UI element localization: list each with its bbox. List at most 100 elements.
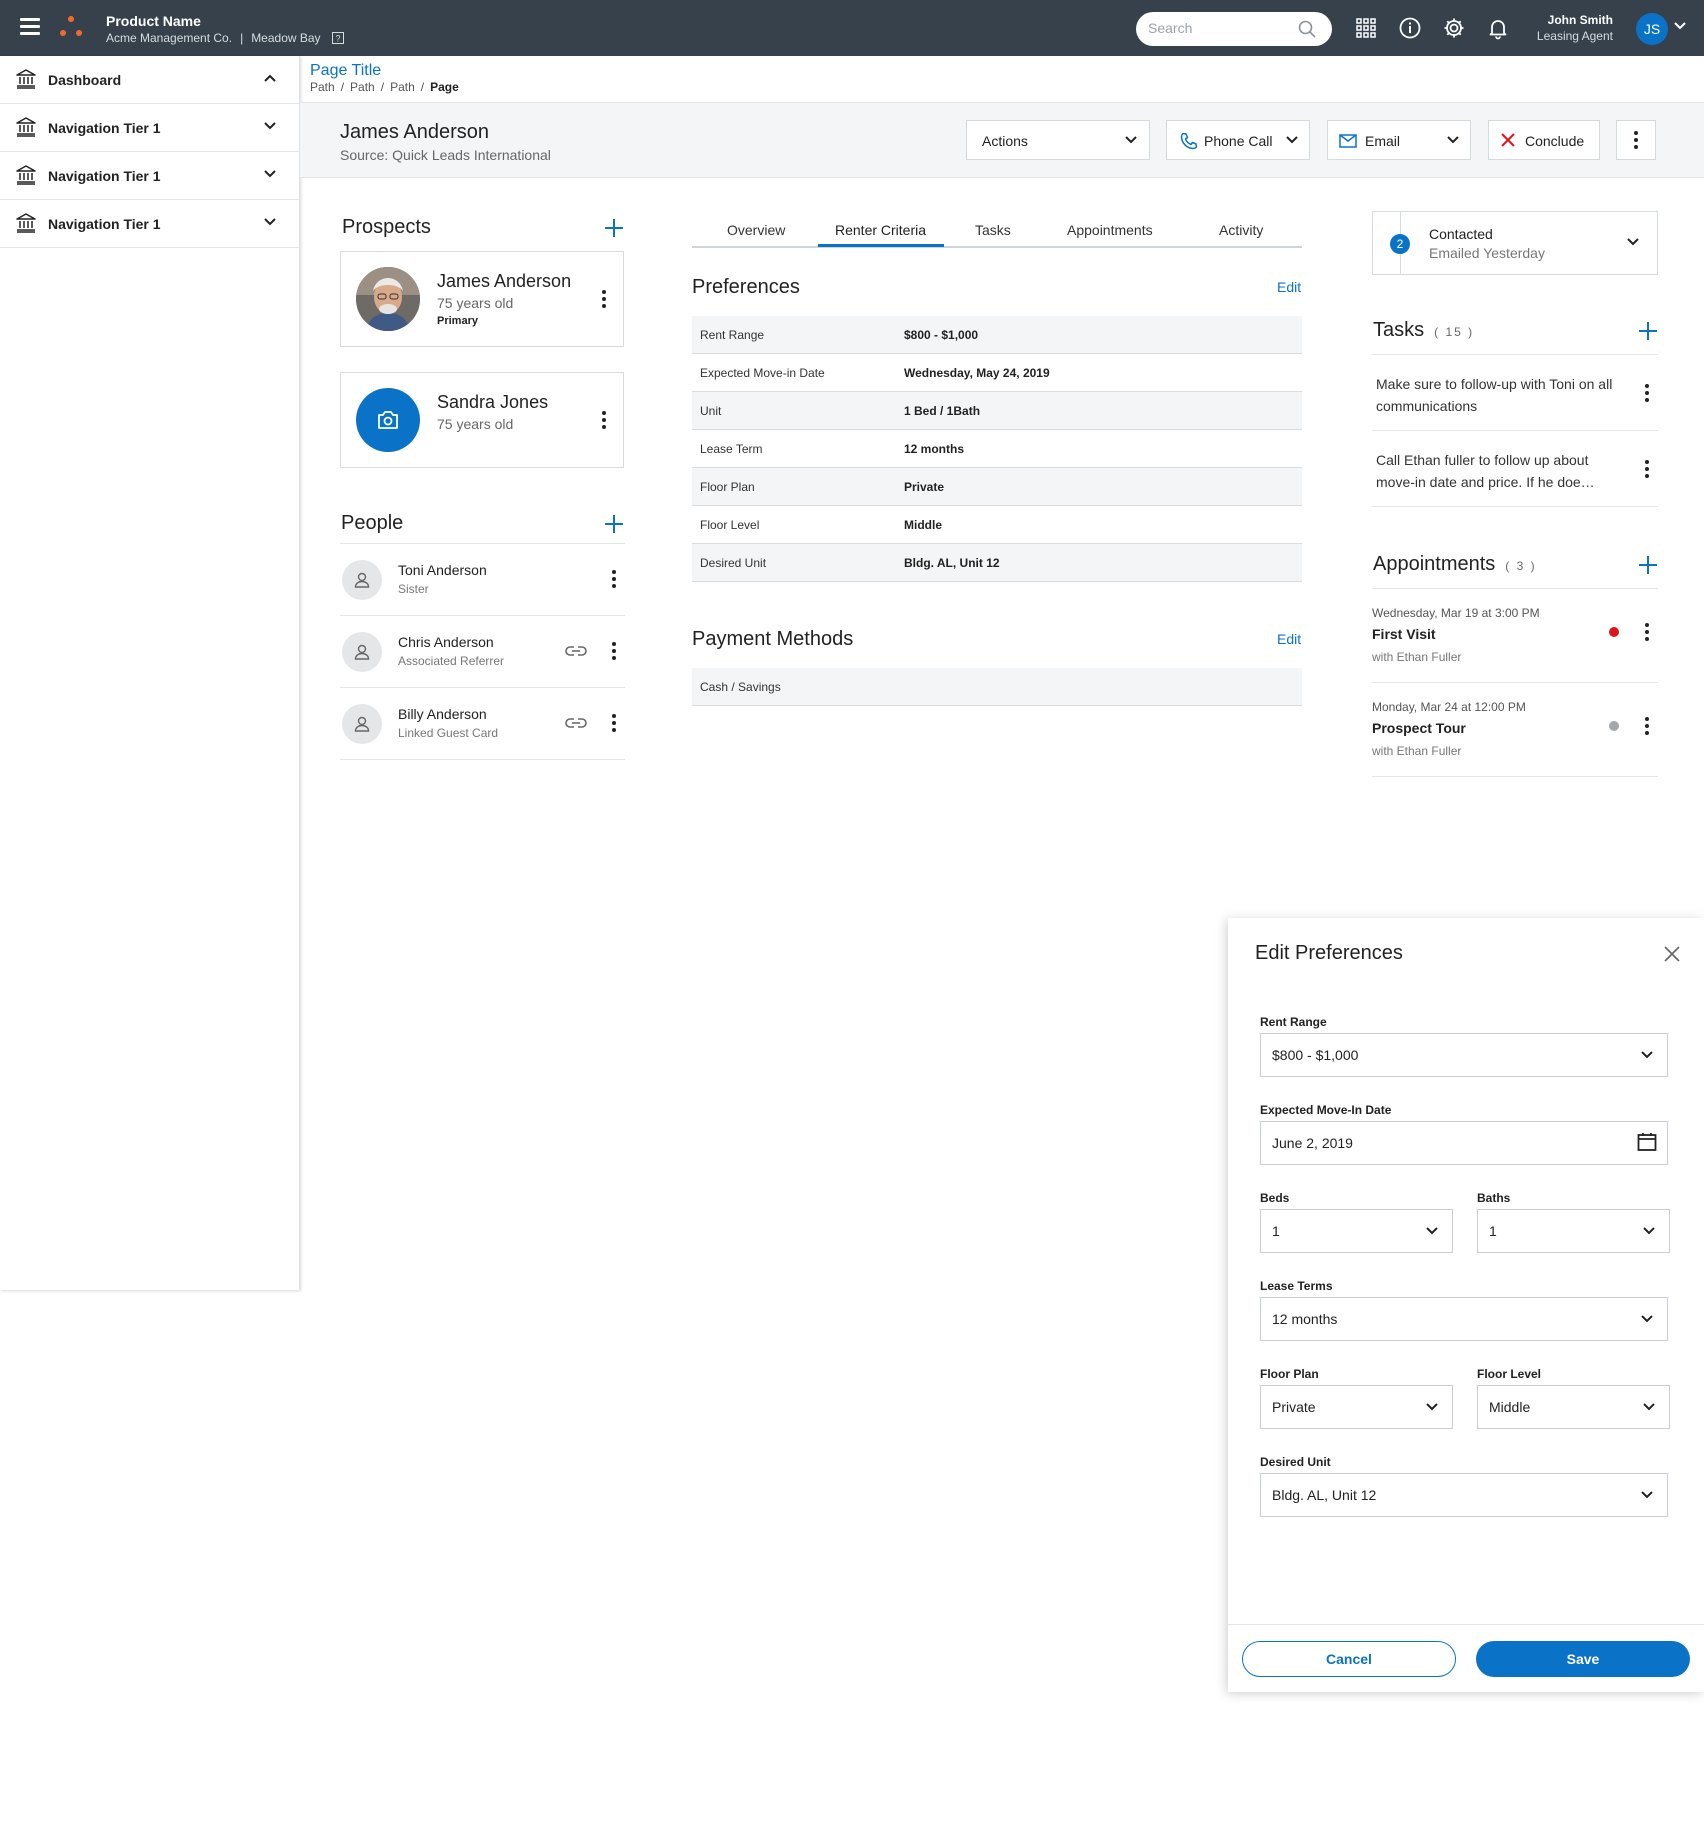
chevron-down-icon[interactable] — [264, 122, 276, 130]
chevron-down-icon — [1641, 1491, 1653, 1499]
edit-payment-link[interactable]: Edit — [1277, 631, 1301, 647]
list-item[interactable]: Toni Anderson Sister — [340, 544, 625, 616]
link-icon[interactable] — [565, 716, 587, 730]
appointment-date: Monday, Mar 24 at 12:00 PM — [1372, 700, 1526, 714]
list-item[interactable]: Billy Anderson Linked Guest Card — [340, 688, 625, 760]
actions-label: Actions — [982, 133, 1028, 149]
more-vertical-icon[interactable] — [599, 411, 609, 431]
add-task-icon[interactable] — [1638, 321, 1658, 341]
add-prospect-icon[interactable] — [604, 218, 624, 238]
chevron-up-icon[interactable] — [264, 74, 276, 82]
avatar[interactable]: JS — [1636, 13, 1668, 45]
sidebar-item-tier1[interactable]: Navigation Tier 1 — [0, 200, 299, 248]
sidebar-item-tier1[interactable]: Navigation Tier 1 — [0, 152, 299, 200]
search-icon[interactable] — [1298, 20, 1316, 38]
chevron-down-icon[interactable] — [264, 170, 276, 178]
bell-icon[interactable] — [1486, 16, 1510, 40]
beds-select[interactable]: 1 — [1260, 1209, 1453, 1253]
more-vertical-icon[interactable] — [609, 570, 619, 590]
property-name[interactable]: Meadow Bay — [251, 31, 320, 45]
calendar-icon[interactable] — [1637, 1132, 1657, 1152]
actions-dropdown[interactable]: Actions — [966, 120, 1150, 160]
list-item[interactable]: Chris Anderson Associated Referrer — [340, 616, 625, 688]
lease-terms-select[interactable]: 12 months — [1260, 1297, 1668, 1341]
more-vertical-icon[interactable] — [599, 290, 609, 310]
menu-icon[interactable] — [20, 18, 40, 35]
tab-appointments[interactable]: Appointments — [1067, 222, 1153, 238]
floor-plan-select[interactable]: Private — [1260, 1385, 1453, 1429]
baths-value: 1 — [1489, 1223, 1497, 1239]
appointment-item[interactable]: Wednesday, Mar 19 at 3:00 PM First Visit… — [1372, 589, 1658, 683]
sidebar-item-label: Navigation Tier 1 — [48, 216, 161, 232]
desired-unit-value: Bldg. AL, Unit 12 — [1272, 1487, 1377, 1503]
appointment-title: Prospect Tour — [1372, 720, 1466, 736]
help-square-icon[interactable]: ? — [331, 32, 344, 44]
task-item[interactable]: Make sure to follow-up with Toni on all … — [1372, 355, 1658, 431]
move-in-date-field[interactable]: June 2, 2019 — [1260, 1121, 1668, 1165]
conclude-button[interactable]: Conclude — [1488, 120, 1600, 160]
chevron-down-icon[interactable] — [264, 218, 276, 226]
sidebar-item-dashboard[interactable]: Dashboard — [0, 56, 299, 104]
search-input[interactable] — [1148, 20, 1298, 36]
prospect-card[interactable]: James Anderson 75 years old Primary — [340, 251, 624, 347]
edit-preferences-link[interactable]: Edit — [1277, 279, 1301, 295]
gear-icon[interactable] — [1442, 16, 1466, 40]
desired-unit-select[interactable]: Bldg. AL, Unit 12 — [1260, 1473, 1668, 1517]
email-button[interactable]: Email — [1327, 120, 1471, 160]
beds-label: Beds — [1260, 1191, 1290, 1205]
apps-grid-icon[interactable] — [1354, 16, 1378, 40]
cancel-button[interactable]: Cancel — [1242, 1641, 1456, 1677]
floor-plan-value: Private — [1272, 1399, 1316, 1415]
status-dot — [1609, 721, 1619, 731]
search-box[interactable] — [1136, 12, 1332, 46]
status-dropdown[interactable]: 2 Contacted Emailed Yesterday — [1372, 211, 1658, 275]
prospect-photo-placeholder[interactable] — [356, 388, 420, 452]
tab-renter-criteria[interactable]: Renter Criteria — [835, 222, 926, 238]
floor-level-select[interactable]: Middle — [1477, 1385, 1670, 1429]
floor-level-label: Floor Level — [1477, 1367, 1542, 1381]
more-vertical-icon[interactable] — [1642, 460, 1652, 480]
task-item[interactable]: Call Ethan fuller to follow up about mov… — [1372, 431, 1658, 507]
table-row: Rent Range $800 - $1,000 — [692, 316, 1302, 354]
row-value: $800 - $1,000 — [904, 328, 979, 342]
baths-select[interactable]: 1 — [1477, 1209, 1670, 1253]
tab-overview[interactable]: Overview — [727, 222, 785, 238]
breadcrumb-item[interactable]: Path — [350, 80, 375, 94]
appointment-item[interactable]: Monday, Mar 24 at 12:00 PM Prospect Tour… — [1372, 683, 1658, 777]
info-icon[interactable] — [1398, 16, 1422, 40]
sidebar-item-tier1[interactable]: Navigation Tier 1 — [0, 104, 299, 152]
table-row: Floor Plan Private — [692, 468, 1302, 506]
beds-value: 1 — [1272, 1223, 1280, 1239]
more-vertical-icon[interactable] — [1642, 717, 1652, 737]
more-vertical-icon[interactable] — [1642, 384, 1652, 404]
chevron-down-icon[interactable] — [1674, 22, 1686, 30]
lease-terms-value: 12 months — [1272, 1311, 1338, 1327]
person-icon — [354, 572, 370, 588]
table-row: Unit 1 Bed / 1Bath — [692, 392, 1302, 430]
floor-level-value: Middle — [1489, 1399, 1531, 1415]
save-button[interactable]: Save — [1476, 1641, 1690, 1677]
row-key: Expected Move-in Date — [700, 366, 825, 380]
appointment-with: with Ethan Fuller — [1372, 650, 1462, 664]
rent-range-select[interactable]: $800 - $1,000 — [1260, 1033, 1668, 1077]
more-vertical-icon[interactable] — [609, 642, 619, 662]
row-key: Floor Level — [700, 518, 760, 532]
page-header: Page Title Path / Path / Path / Page — [300, 56, 1704, 102]
breadcrumb-item[interactable]: Path — [390, 80, 415, 94]
more-options-button[interactable] — [1616, 120, 1656, 160]
phone-call-button[interactable]: Phone Call — [1166, 120, 1310, 160]
tab-tasks[interactable]: Tasks — [975, 222, 1011, 238]
add-appointment-icon[interactable] — [1638, 555, 1658, 575]
more-vertical-icon[interactable] — [1642, 623, 1652, 643]
tab-activity[interactable]: Activity — [1219, 222, 1263, 238]
close-icon[interactable] — [1664, 946, 1680, 962]
prospect-card[interactable]: Sandra Jones 75 years old — [340, 372, 624, 468]
appointment-with: with Ethan Fuller — [1372, 744, 1462, 758]
row-key: Unit — [700, 404, 722, 418]
breadcrumb-item[interactable]: Path — [310, 80, 335, 94]
link-icon[interactable] — [565, 644, 587, 658]
status-dot — [1609, 627, 1619, 637]
row-key: Rent Range — [700, 328, 765, 342]
add-person-icon[interactable] — [604, 514, 624, 534]
more-vertical-icon[interactable] — [609, 714, 619, 734]
